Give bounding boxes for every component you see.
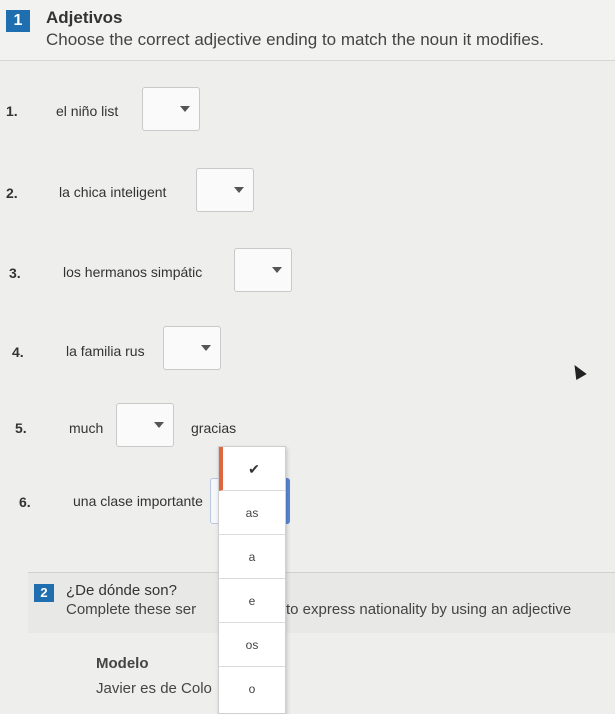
option-as[interactable]: as — [219, 491, 285, 535]
chevron-down-icon — [234, 187, 244, 193]
ending-dropdown[interactable] — [163, 326, 221, 370]
option-o[interactable]: o — [219, 667, 285, 711]
chevron-down-icon — [154, 422, 164, 428]
mouse-cursor-icon — [569, 361, 587, 381]
question-number: 4. — [12, 344, 24, 360]
question-text: los hermanos simpátic — [63, 264, 203, 280]
question-number: 6. — [19, 494, 31, 510]
chevron-down-icon — [201, 345, 211, 351]
section-number-badge: 1 — [6, 10, 30, 32]
question-text: el niño list — [56, 103, 119, 119]
question-text: una clase importante — [73, 493, 203, 509]
ending-dropdown[interactable] — [234, 248, 292, 292]
section-number-badge: 2 — [34, 584, 54, 602]
question-number: 2. — [6, 185, 18, 201]
question-number: 3. — [9, 265, 21, 281]
section-instructions: Complete these ser — [66, 601, 197, 618]
ending-dropdown[interactable] — [142, 87, 200, 131]
question-number: 1. — [6, 103, 18, 119]
question-text: la familia rus — [66, 343, 145, 359]
section-title: ¿De dónde son? — [66, 582, 177, 599]
question-number: 5. — [15, 420, 27, 436]
section-instructions: Choose the correct adjective ending to m… — [46, 30, 545, 49]
modelo-text: Javier es de Colo — [96, 680, 212, 697]
question-text: much — [69, 420, 104, 436]
chevron-down-icon — [272, 267, 282, 273]
option-e[interactable]: e — [219, 579, 285, 623]
option-selected[interactable]: ✔ — [219, 447, 285, 491]
option-os[interactable]: os — [219, 623, 285, 667]
question-text-after: gracias — [191, 420, 237, 436]
ending-dropdown[interactable] — [196, 168, 254, 212]
checkmark-icon: ✔ — [248, 461, 260, 477]
modelo-label: Modelo — [96, 655, 149, 672]
ending-dropdown[interactable] — [116, 403, 174, 447]
section-instructions-continued: to express nationality by using an adjec… — [286, 601, 572, 618]
chevron-down-icon — [180, 106, 190, 112]
section-title: Adjetivos — [46, 8, 123, 27]
option-a[interactable]: a — [219, 535, 285, 579]
ending-options-menu: ✔ as a e os o — [218, 446, 286, 714]
question-text: la chica inteligent — [59, 184, 167, 200]
